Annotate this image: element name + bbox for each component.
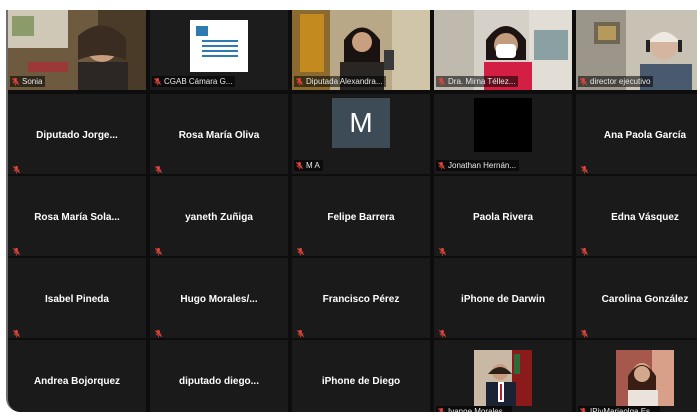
participant-label-text: IPiyMariaolga Es... [590,407,657,412]
mic-muted-icon [579,407,588,412]
participant-tile[interactable]: Sonia [8,10,146,90]
mic-muted-icon [12,243,21,256]
mic-muted-icon [437,161,446,170]
participant-name: Isabel Pineda [45,294,109,305]
mic-muted-icon [438,243,447,256]
participant-name: Diputado Jorge... [36,130,118,141]
participant-name: Francisco Pérez [322,294,400,305]
participant-tile[interactable]: Andrea Bojorquez [8,340,146,412]
participant-label-text: M A [306,161,320,170]
mic-muted-icon [154,243,163,256]
participant-tile[interactable]: Carolina González [576,258,697,338]
participant-tile[interactable]: CGAB Cámara G... [150,10,288,90]
mic-muted-icon [580,243,589,256]
mic-muted-icon [579,77,588,86]
participant-tile[interactable]: Diputado Jorge... [8,94,146,174]
participant-tile[interactable]: Ana Paola García [576,94,697,174]
participant-label-text: CGAB Cámara G... [164,77,233,86]
participant-label-text: Ivanoe Morales... [448,407,510,412]
mic-muted-icon [296,325,305,338]
participant-label: Ivanoe Morales... [436,406,513,412]
mic-muted-icon [580,325,589,338]
participant-name: iPhone de Darwin [461,294,545,305]
mic-muted-icon [154,407,163,412]
participant-tile[interactable]: IPiyMariaolga Es... [576,340,697,412]
participant-video [474,98,532,152]
participant-label-text: Jonathan Hernán... [448,161,517,170]
mic-muted-icon [437,77,446,86]
participant-gallery: Sonia CGAB Cámara G... Diputada Alexandra.… [6,10,697,412]
participant-label: CGAB Cámara G... [152,76,236,87]
participant-tile[interactable]: diputado diego... [150,340,288,412]
participant-tile[interactable]: Diputada Alexandra... [292,10,430,90]
mic-muted-icon [437,407,446,412]
participant-tile[interactable]: Francisco Pérez [292,258,430,338]
participant-tile[interactable]: Dra. Mirna Téllez... [434,10,572,90]
mic-muted-icon [12,161,21,174]
mic-muted-icon [154,325,163,338]
participant-label-text: Sonia [22,77,43,86]
mic-muted-icon [295,77,304,86]
participant-label: Diputada Alexandra... [294,76,386,87]
mic-muted-icon [296,243,305,256]
screenshot-frame: Sonia CGAB Cámara G... Diputada Alexandra.… [0,0,697,412]
participant-tile[interactable]: Ivanoe Morales... [434,340,572,412]
participant-tile[interactable]: iPhone de Diego [292,340,430,412]
participant-tile[interactable]: Rosa María Oliva [150,94,288,174]
participant-name: Paola Rivera [472,212,534,223]
participant-tile[interactable]: director ejecutivo [576,10,697,90]
mic-muted-icon [12,325,21,338]
participant-name: yaneth Zuñiga [185,212,253,223]
mic-muted-icon [580,161,589,174]
participant-tile[interactable]: Jonathan Hernán... [434,94,572,174]
mic-muted-icon [11,77,20,86]
participant-tile[interactable]: yaneth Zuñiga [150,176,288,256]
participant-label: Sonia [10,76,46,87]
participant-label: IPiyMariaolga Es... [578,406,660,412]
participant-photo [474,350,532,406]
participant-tile[interactable]: M M A [292,94,430,174]
mic-muted-icon [296,407,305,412]
participant-name: Edna Vásquez [611,212,679,223]
participant-tile[interactable]: Hugo Morales/... [150,258,288,338]
mic-muted-icon [438,325,447,338]
mic-muted-icon [295,161,304,170]
participant-label-text: director ejecutivo [590,77,651,86]
participant-photo [616,350,674,406]
participant-label-text: Diputada Alexandra... [306,77,383,86]
participant-name: Hugo Morales/... [180,294,258,305]
participant-name: Ana Paola García [603,130,687,141]
participant-label: Jonathan Hernán... [436,160,520,171]
participant-name: Carolina González [601,294,689,305]
mic-muted-icon [12,407,21,412]
participant-label: M A [294,160,323,171]
participant-tile[interactable]: Paola Rivera [434,176,572,256]
participant-name: Rosa María Oliva [178,130,260,141]
participant-tile[interactable]: Isabel Pineda [8,258,146,338]
mic-muted-icon [153,77,162,86]
mic-muted-icon [154,161,163,174]
participant-name: Rosa María Sola... [34,212,120,223]
participant-name: Andrea Bojorquez [33,376,121,387]
participant-label: Dra. Mirna Téllez... [436,76,519,87]
participant-label-text: Dra. Mirna Téllez... [448,77,516,86]
participant-tile[interactable]: Rosa María Sola... [8,176,146,256]
participant-name: iPhone de Diego [321,376,401,387]
avatar: M [332,98,390,148]
participant-tile[interactable]: Felipe Barrera [292,176,430,256]
participant-label: director ejecutivo [578,76,654,87]
participant-name: Felipe Barrera [327,212,395,223]
participant-name: diputado diego... [179,376,259,387]
participant-tile[interactable]: iPhone de Darwin [434,258,572,338]
participant-tile[interactable]: Edna Vásquez [576,176,697,256]
